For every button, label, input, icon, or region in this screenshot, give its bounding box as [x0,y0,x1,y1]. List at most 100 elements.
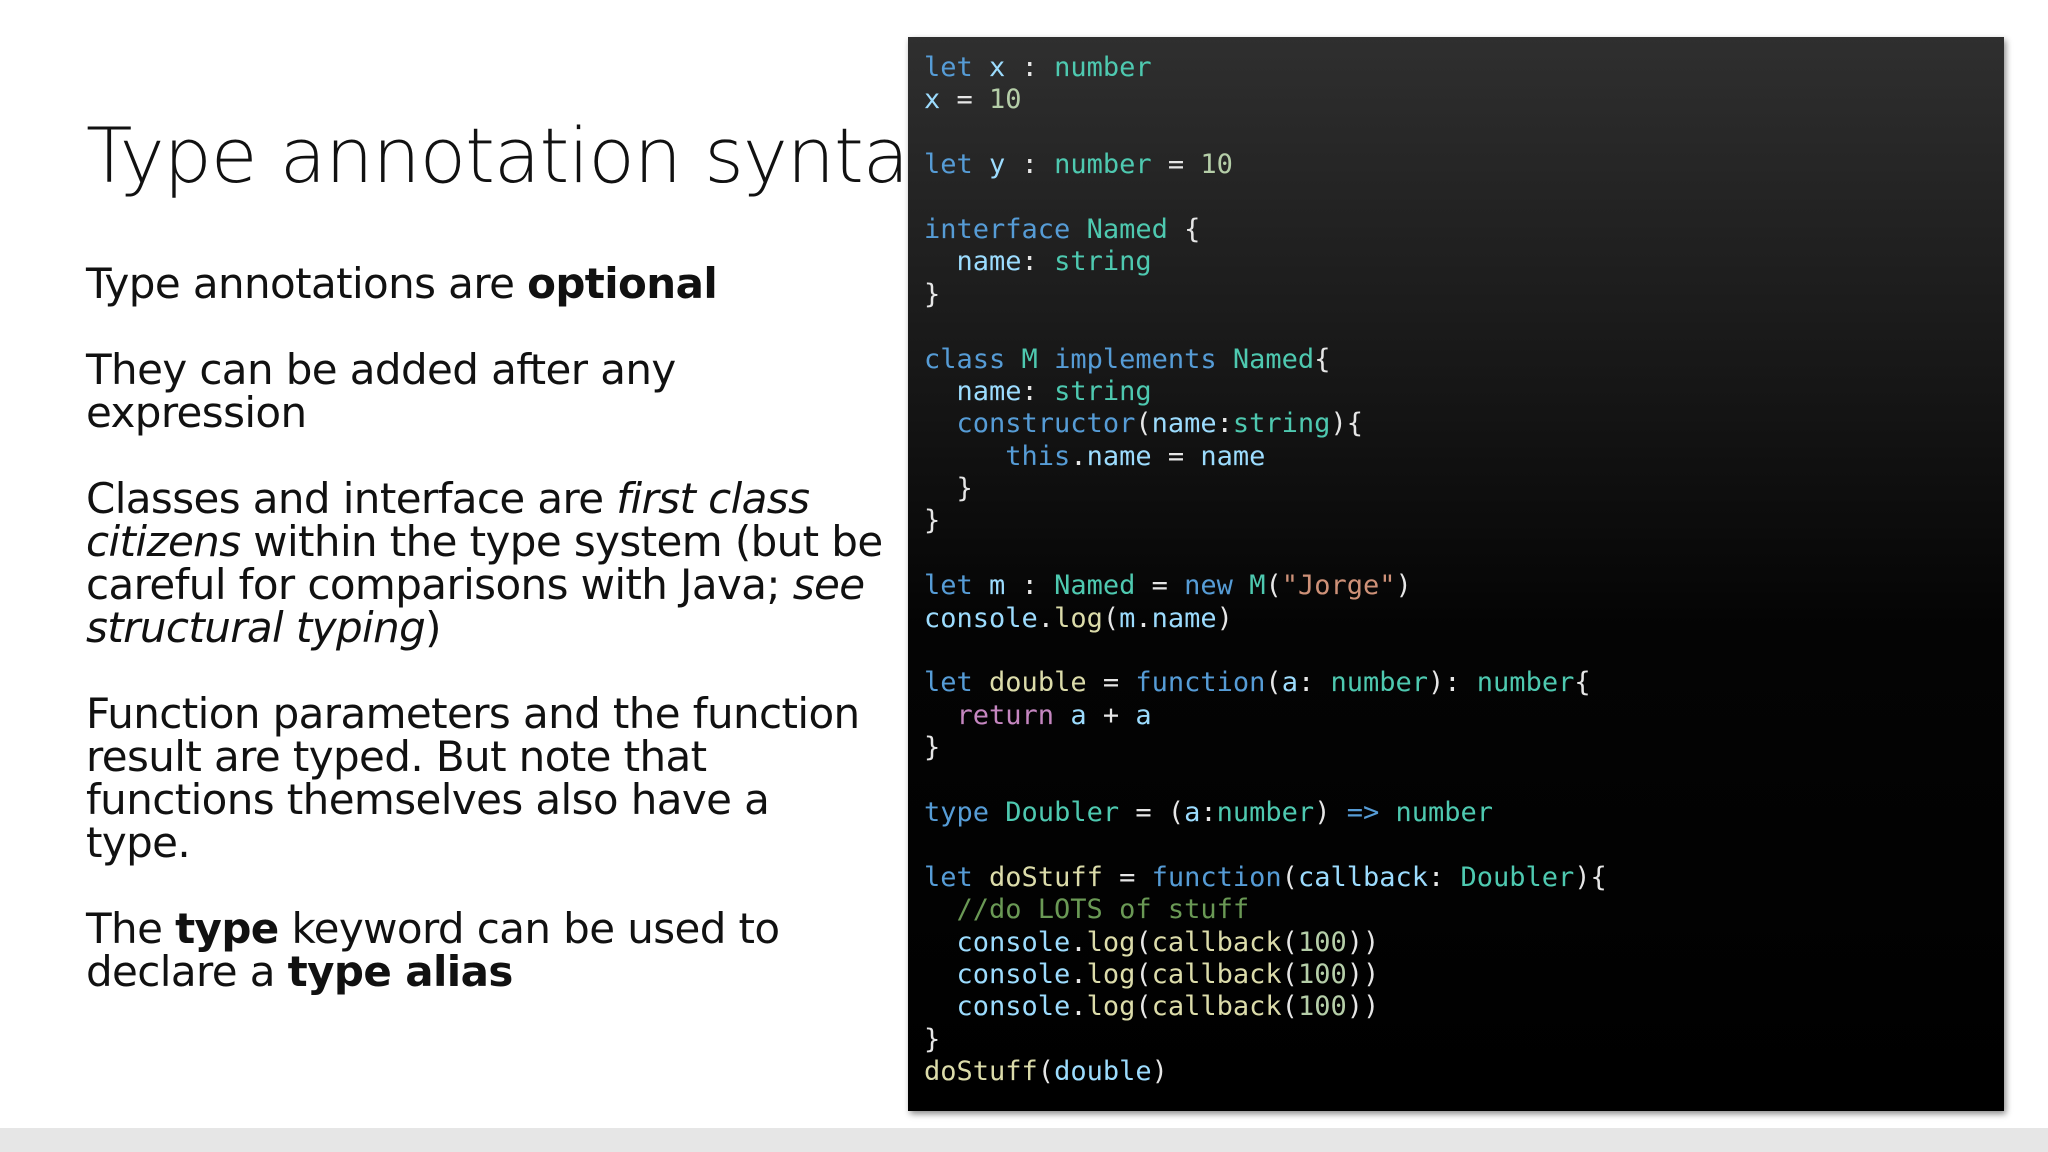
code-line: } [924,473,1607,505]
text-run: Classes and interface are [86,474,617,523]
slide: Type annotation syntax Type annotations … [0,0,2048,1128]
code-token: : [1021,246,1055,278]
code-token: )) [1346,991,1380,1023]
code-token: constructor [956,408,1136,440]
code-token: interface [924,213,1071,245]
code-token: number [1054,149,1152,181]
code-line: } [924,732,1607,764]
code-token: ) [1314,796,1347,828]
code-token: a [1184,796,1201,828]
code-token: let [924,149,973,181]
code-token: = [940,84,990,116]
code-line: } [924,279,1607,311]
bottom-strip [0,1128,2048,1152]
code-line: let y : number = 10 [924,149,1607,181]
code-token: number [1395,796,1494,828]
code-line: } [924,505,1607,537]
code-token: //do LOTS of stuff [956,894,1250,926]
code-token: . [1070,958,1087,990]
code-token: log [1086,991,1136,1023]
code-token: log [1086,958,1136,990]
code-line: console.log(m.name) [924,603,1607,635]
code-token: "Jorge" [1281,570,1396,602]
code-token: ( [1037,1056,1055,1088]
code-line: let double = function(a: number): number… [924,667,1607,699]
code-token: . [1070,926,1087,958]
code-token: callback [1297,861,1428,893]
code-line: console.log(callback(100)) [924,959,1607,991]
code-token: = [1102,861,1152,893]
code-line: this.name = name [924,441,1607,473]
code-token: double [1054,1056,1152,1088]
code-token: : [1005,570,1055,602]
code-token: + [1086,699,1136,731]
code-token: doStuff [924,1056,1038,1088]
code-token: ( [1135,926,1152,958]
code-token: Named [1086,213,1168,245]
code-token: a [1281,667,1298,699]
code-token: type [924,796,990,828]
code-token: : [1005,149,1055,181]
code-line: let doStuff = function(callback: Doubler… [924,862,1607,894]
code-token: = [1151,149,1201,181]
code-token: M [1021,343,1038,375]
code-token: callback [1151,926,1282,958]
code-token: log [1086,926,1136,958]
code-token: number [1476,667,1575,699]
code-token: let [924,667,973,699]
bullet-paragraph: Type annotations are optional [86,262,886,305]
code-token: 10 [1200,149,1233,181]
code-block: let x : number x = 10 let y : number = 10… [924,52,1607,1089]
code-token: doStuff [989,861,1103,893]
code-token: ){ [1330,408,1363,440]
code-token: let [924,570,973,602]
bullet-paragraph: Function parameters and the function res… [86,692,886,864]
bullet-paragraph: The type keyword can be used to declare … [86,907,886,993]
code-token: : [1427,861,1461,893]
code-token: implements [1054,343,1217,375]
code-panel: let x : number x = 10 let y : number = 10… [908,37,2004,1111]
code-token: ) [1216,602,1233,634]
code-token: } [924,505,941,537]
bold-text: type alias [287,947,514,996]
code-token: let [924,52,973,83]
code-token: = [1135,570,1185,602]
code-token: ( [1265,667,1282,699]
code-token: ) [1151,1056,1168,1088]
code-token: } [924,473,973,505]
code-token: ( [1135,958,1152,990]
code-token: m [989,570,1006,602]
code-token: number [1216,796,1315,828]
code-token: a [1070,699,1087,731]
code-token: . [1037,602,1055,634]
code-token: : [1216,408,1233,440]
code-line: interface Named { [924,214,1607,246]
code-line: console.log(callback(100)) [924,991,1607,1023]
bold-text: type [175,904,279,953]
code-token: ( [1281,926,1298,958]
code-token: console [956,991,1071,1023]
code-token: class [924,343,1006,375]
code-line: type Doubler = (a:number) => number [924,797,1607,829]
code-token: : [1021,375,1055,407]
code-token: : [1297,667,1331,699]
code-token: x [989,52,1006,83]
text-run: Type annotations are [86,259,528,308]
code-token: => [1346,796,1380,828]
code-line: let m : Named = new M("Jorge") [924,570,1607,602]
code-token: callback [1151,991,1282,1023]
